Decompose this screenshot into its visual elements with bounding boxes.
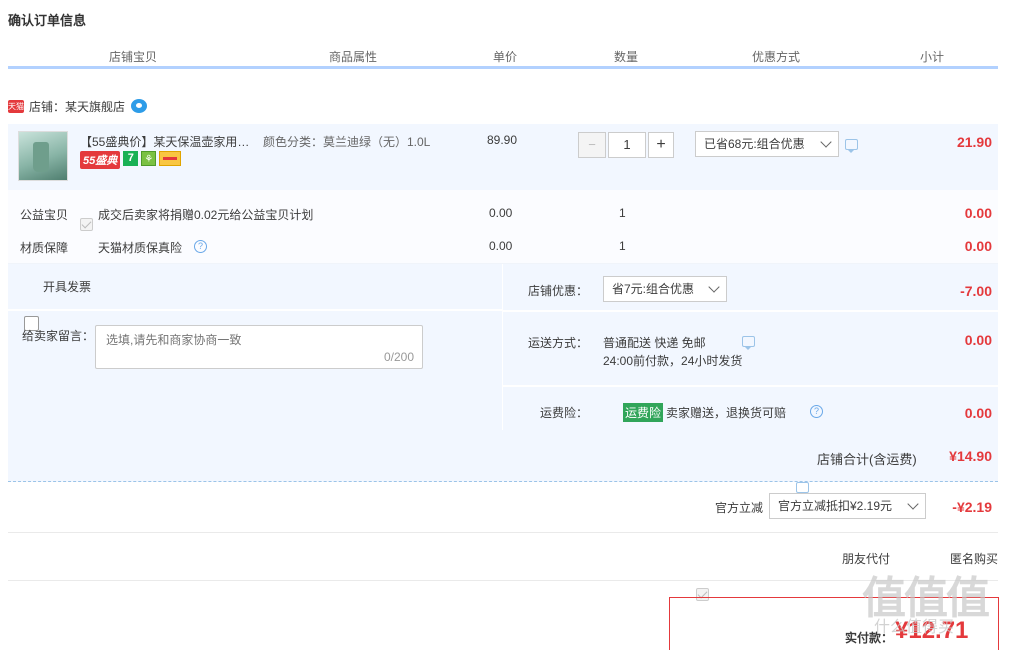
shipping-method: 普通配送 快递 免邮 xyxy=(603,336,706,350)
item-discount-value: 已省68元:组合优惠 xyxy=(704,137,805,151)
charity-text: 成交后卖家将捐赠0.02元给公益宝贝计划 xyxy=(98,208,314,222)
comment-icon[interactable] xyxy=(742,336,755,350)
shop-discount-value: 省7元:组合优惠 xyxy=(612,282,695,296)
insurance-text: 卖家赠送，退换货可赔 xyxy=(666,406,787,420)
charity-price: 0.00 xyxy=(489,206,513,220)
shop-discount-select[interactable]: 省7元:组合优惠 xyxy=(603,276,727,302)
tmall-icon: 天猫 xyxy=(8,99,24,113)
item-discount-select[interactable]: 已省68元:组合优惠 xyxy=(695,131,839,157)
shipping-time: 24:00前付款，24小时发货 xyxy=(603,354,743,368)
promo-badges: 55盛典 7 ⚘ xyxy=(80,151,182,169)
charity-label: 公益宝贝 xyxy=(20,208,69,222)
section-divider xyxy=(8,580,998,581)
comment-icon[interactable] xyxy=(796,482,809,496)
invoice-label: 开具发票 xyxy=(43,280,92,294)
remark-char-count: 0/200 xyxy=(383,350,414,364)
promo-festival-badge: 55盛典 xyxy=(80,151,121,169)
table-header: 店铺宝贝 商品属性 单价 数量 优惠方式 小计 xyxy=(8,44,998,68)
help-icon[interactable]: ? xyxy=(810,405,823,418)
remark-label: 给卖家留言： xyxy=(22,329,95,343)
remark-field-box: 0/200 xyxy=(95,325,423,369)
charity-subtotal: 0.00 xyxy=(964,205,992,221)
seven-day-return-icon: 7 xyxy=(123,151,139,166)
quantity-input[interactable]: 1 xyxy=(608,132,646,158)
panel-divider xyxy=(503,310,998,312)
material-label: 材质保障 xyxy=(20,241,69,255)
official-discount-value: 官方立减抵扣¥2.19元 xyxy=(778,499,893,513)
column-header-subtotal: 小计 xyxy=(919,50,944,64)
charity-checkbox[interactable] xyxy=(80,218,93,231)
material-subtotal: 0.00 xyxy=(964,238,992,254)
credit-card-icon xyxy=(159,151,182,166)
decrease-quantity-button[interactable]: − xyxy=(578,132,606,158)
material-quantity: 1 xyxy=(619,239,626,253)
shipping-amount: 0.00 xyxy=(964,332,992,348)
page-title: 确认订单信息 xyxy=(8,13,87,28)
shop-total-amount: ¥14.90 xyxy=(949,448,992,464)
chevron-down-icon xyxy=(907,498,919,510)
chat-seller-icon[interactable] xyxy=(131,99,148,113)
item-subtotal: 21.90 xyxy=(956,134,992,150)
shipping-label: 运送方式： xyxy=(528,336,589,350)
shop-row: 天猫 店铺：某天旗舰店 xyxy=(8,96,148,116)
official-discount-label: 官方立减 xyxy=(715,501,764,515)
shop-name[interactable]: 店铺：某天旗舰店 xyxy=(29,98,125,115)
shop-total-label: 店铺合计(含运费) xyxy=(817,452,917,467)
insurance-label: 运费险： xyxy=(540,406,589,420)
comment-icon[interactable] xyxy=(845,139,858,153)
panel-divider xyxy=(503,385,998,387)
increase-quantity-button[interactable]: + xyxy=(648,132,674,158)
column-header-shop-item: 店铺宝贝 xyxy=(108,50,157,64)
shop-discount-amount: -7.00 xyxy=(960,283,992,299)
official-discount-amount: -¥2.19 xyxy=(952,499,992,515)
product-title-link[interactable]: 【55盛典价】某天保温壶家用… xyxy=(80,133,250,150)
panel-divider xyxy=(8,309,502,311)
section-divider xyxy=(8,532,998,533)
watermark-text: 什么值得买 xyxy=(874,619,955,636)
column-header-discount: 优惠方式 xyxy=(751,50,800,64)
column-header-attributes: 商品属性 xyxy=(328,50,377,64)
product-attribute: 颜色分类：莫兰迪绿（无）1.0L xyxy=(263,135,431,149)
insurance-tag: 运费险 xyxy=(623,403,664,422)
shop-discount-label: 店铺优惠： xyxy=(528,284,589,298)
remark-input[interactable] xyxy=(106,329,406,351)
chevron-down-icon xyxy=(820,136,832,148)
guarantee-icon: ⚘ xyxy=(141,151,157,166)
charity-quantity: 1 xyxy=(619,206,626,220)
material-text: 天猫材质保真险 xyxy=(98,241,183,255)
column-header-unit-price: 单价 xyxy=(492,50,517,64)
unit-price: 89.90 xyxy=(487,133,518,147)
insurance-amount: 0.00 xyxy=(964,405,992,421)
help-icon[interactable]: ? xyxy=(194,240,207,253)
quantity-stepper: − 1 + xyxy=(578,132,674,158)
official-discount-select[interactable]: 官方立减抵扣¥2.19元 xyxy=(769,493,926,519)
material-price: 0.00 xyxy=(489,239,513,253)
product-thumbnail[interactable] xyxy=(18,131,68,181)
header-underline xyxy=(8,66,998,69)
chevron-down-icon xyxy=(708,281,720,293)
column-header-quantity: 数量 xyxy=(613,50,638,64)
